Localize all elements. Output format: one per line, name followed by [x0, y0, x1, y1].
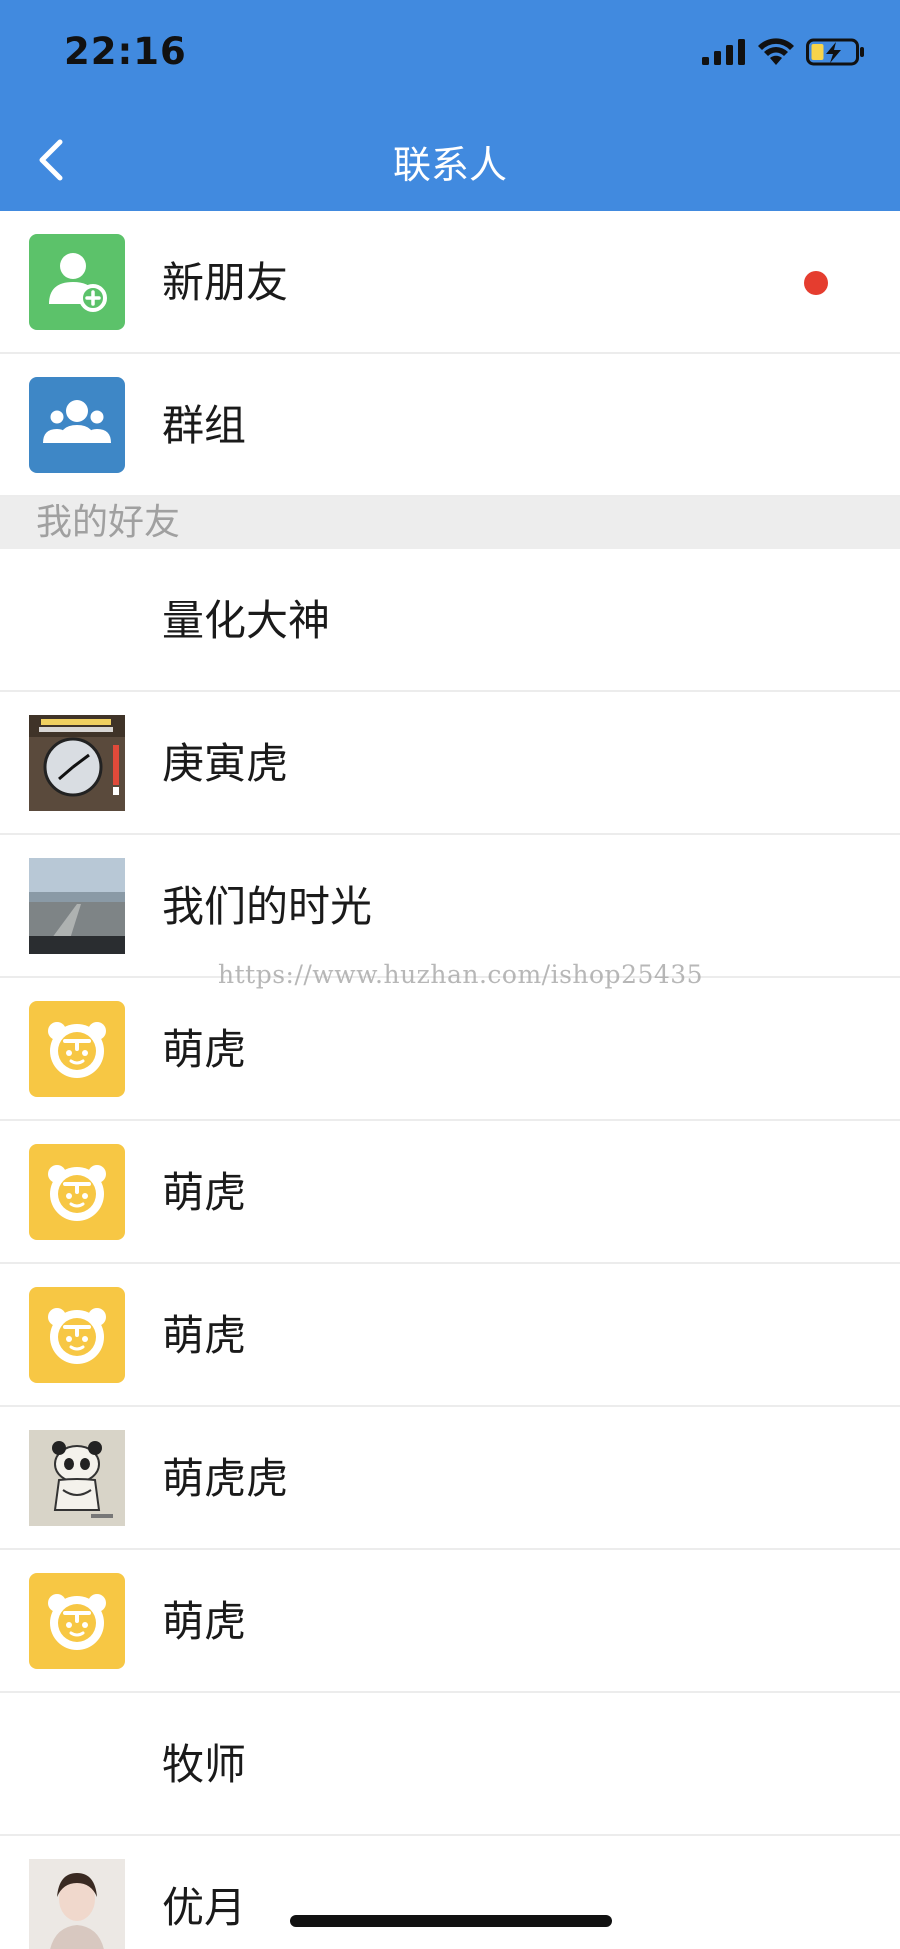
- group-icon: [29, 377, 125, 473]
- add-user-icon: [29, 234, 125, 330]
- groups-label: 群组: [162, 401, 247, 450]
- contact-item[interactable]: 萌虎: [0, 1121, 900, 1264]
- contact-name: 萌虎: [162, 1311, 247, 1360]
- avatar: [29, 858, 125, 954]
- contacts-screen: 22:16 联系人 新朋友 群组 我的好友 量化大神 庚寅虎 我们的时光 萌虎 …: [0, 0, 900, 1949]
- cellular-signal-icon: [702, 39, 745, 65]
- wifi-icon: [758, 38, 794, 65]
- contact-name: 我们的时光: [162, 882, 373, 931]
- contact-name: 萌虎: [162, 1025, 247, 1074]
- contact-list: 新朋友 群组 我的好友 量化大神 庚寅虎 我们的时光 萌虎 萌虎 萌虎 萌虎虎 …: [0, 211, 900, 1949]
- tiger-icon: [29, 1573, 125, 1669]
- watermark: https://www.huzhan.com/ishop25435: [218, 960, 704, 989]
- contact-item[interactable]: 量化大神: [0, 549, 900, 692]
- status-time: 22:16: [64, 30, 187, 73]
- unread-dot: [804, 271, 828, 295]
- battery-charging-icon: [806, 38, 864, 66]
- contact-item[interactable]: 我们的时光: [0, 835, 900, 978]
- section-header-my-friends: 我的好友: [0, 497, 900, 549]
- contact-item[interactable]: 萌虎虎: [0, 1407, 900, 1550]
- contact-item[interactable]: 庚寅虎: [0, 692, 900, 835]
- contact-name: 庚寅虎: [162, 739, 289, 788]
- contact-name: 牧师: [162, 1740, 247, 1789]
- contact-item[interactable]: 萌虎: [0, 1264, 900, 1407]
- contact-name: 萌虎: [162, 1168, 247, 1217]
- tiger-icon: [29, 1001, 125, 1097]
- groups-item[interactable]: 群组: [0, 354, 900, 497]
- new-friends-label: 新朋友: [162, 258, 289, 307]
- contact-item[interactable]: 萌虎: [0, 978, 900, 1121]
- home-indicator[interactable]: [290, 1915, 612, 1927]
- tiger-icon: [29, 1144, 125, 1240]
- status-icons: [702, 38, 866, 66]
- header: 22:16 联系人: [0, 0, 900, 211]
- avatar: [29, 1859, 125, 1949]
- contact-name: 萌虎虎: [162, 1454, 289, 1503]
- contact-name: 量化大神: [162, 596, 331, 645]
- tiger-icon: [29, 1287, 125, 1383]
- contact-item[interactable]: 萌虎: [0, 1550, 900, 1693]
- contact-item[interactable]: 牧师: [0, 1693, 900, 1836]
- contact-item[interactable]: 优月: [0, 1836, 900, 1949]
- avatar: [29, 715, 125, 811]
- contact-name: 优月: [162, 1883, 247, 1932]
- avatar: [29, 1430, 125, 1526]
- page-title: 联系人: [392, 143, 507, 187]
- new-friends-item[interactable]: 新朋友: [0, 211, 900, 354]
- section-title: 我的好友: [36, 502, 181, 543]
- contact-name: 萌虎: [162, 1597, 247, 1646]
